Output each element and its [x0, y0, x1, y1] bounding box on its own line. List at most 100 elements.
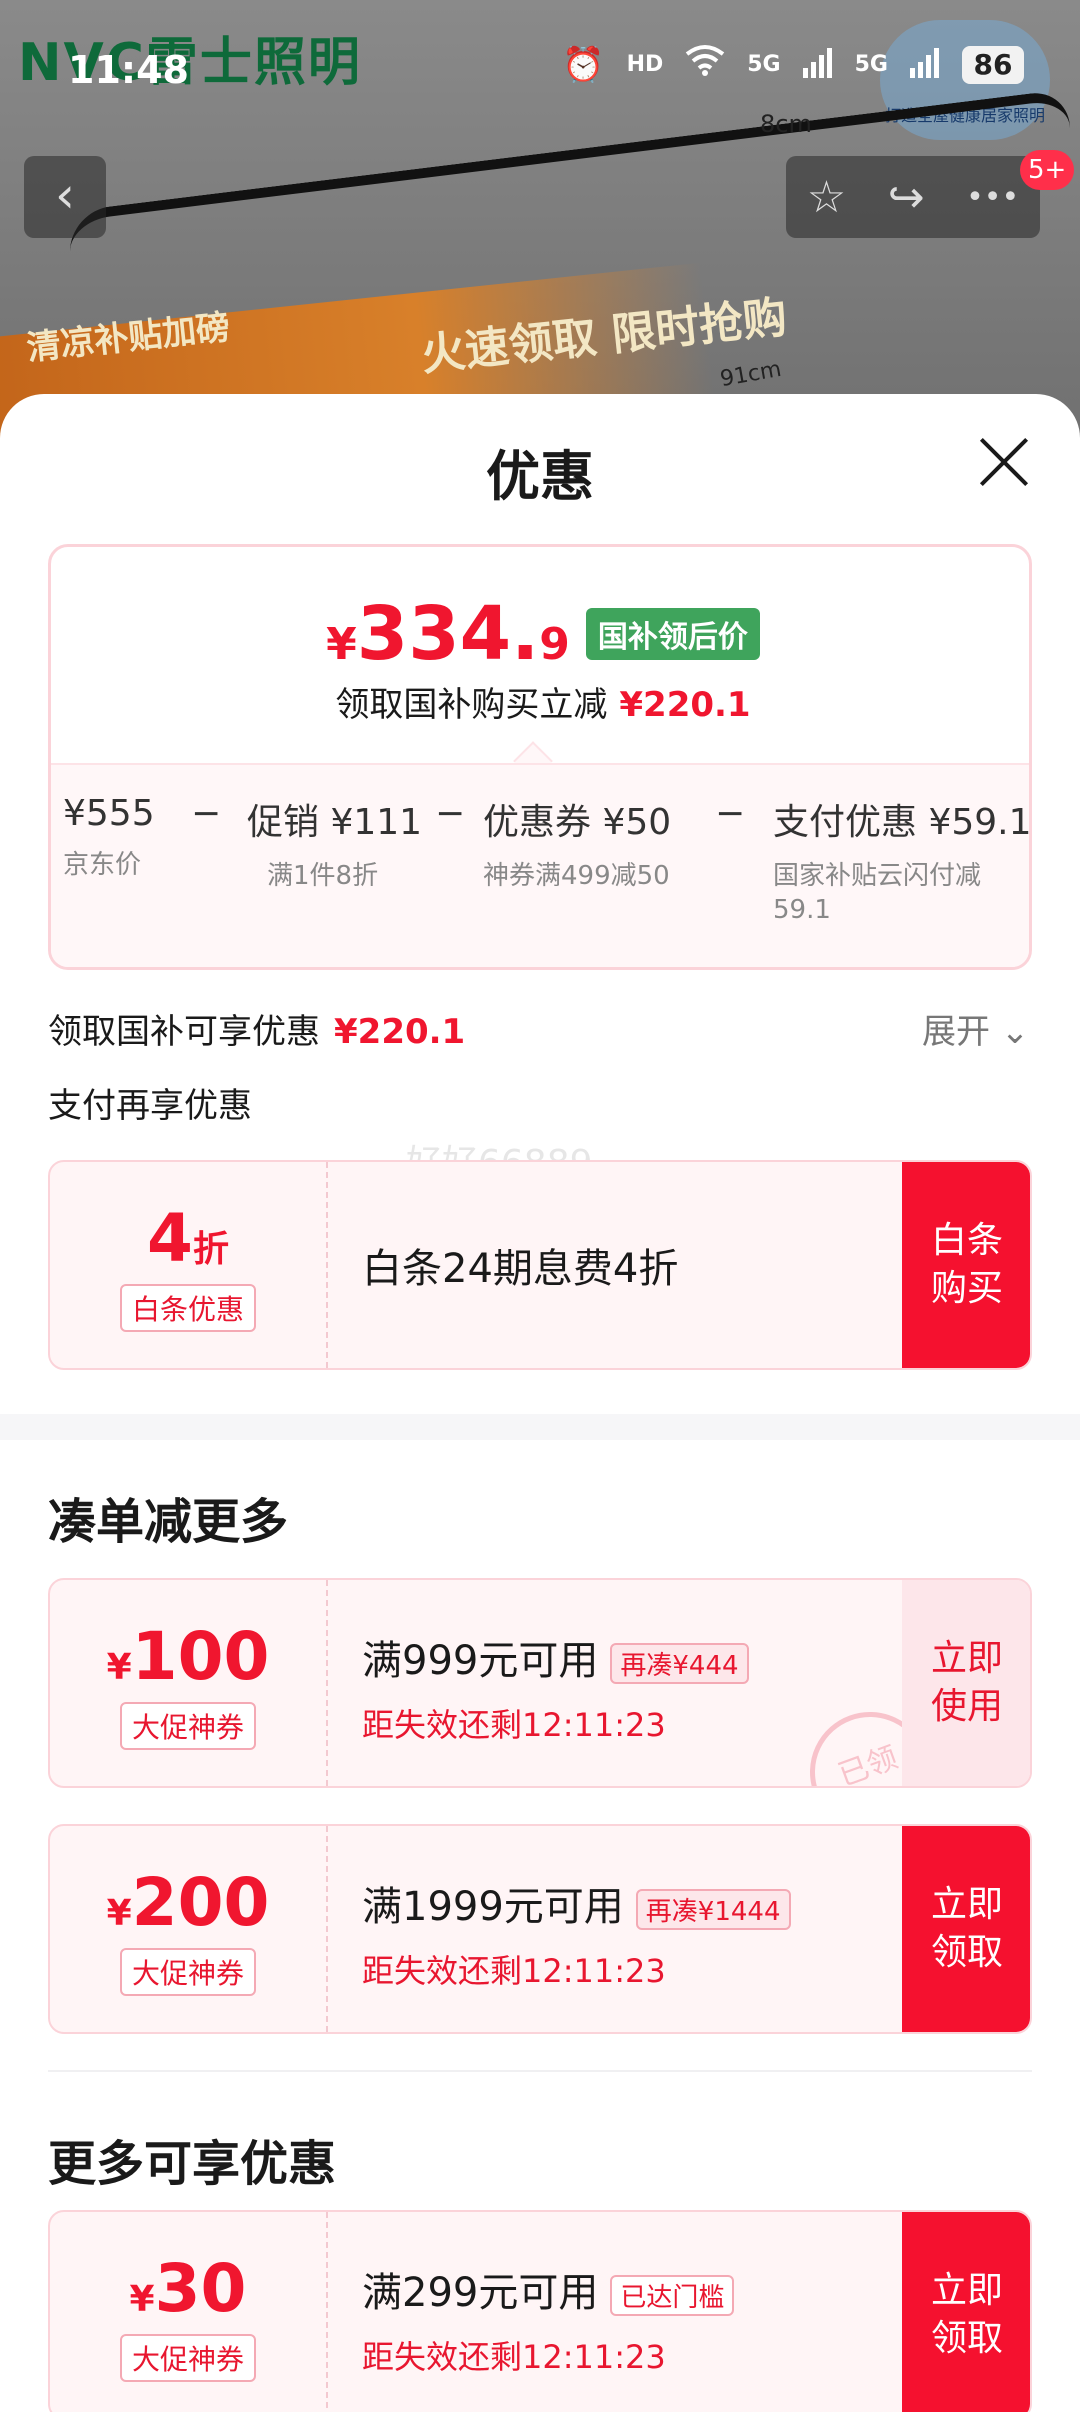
- coupon-title: 满999元可用 再凑¥444: [362, 1628, 749, 1686]
- coupon-expiry: 距失效还剩12:11:23: [362, 2338, 666, 2376]
- minus-sign: −: [435, 793, 466, 834]
- coupon-type-label: 白条优惠: [119, 1284, 256, 1332]
- section-separator: [0, 1414, 1080, 1440]
- discount-unit: 折: [192, 1229, 229, 1270]
- minus-sign: −: [715, 793, 746, 834]
- final-price: ¥ 334. 9 国补领后价: [51, 591, 1029, 677]
- coupon-body: 白条24期息费4折: [362, 1162, 678, 1368]
- price-subtitle-amount: ¥220.1: [619, 685, 751, 725]
- claim-now-button[interactable]: 立即领取: [902, 2212, 1030, 2412]
- expand-toggle[interactable]: 展开 ⌄: [922, 1004, 1029, 1053]
- sheet-title: 优惠: [486, 445, 594, 508]
- signal-icon: [802, 47, 833, 82]
- status-bar: 11:48 ⏰ HD 5G 5G 86: [0, 0, 1080, 140]
- pay-discount-heading: 支付再享优惠: [48, 1086, 252, 1126]
- subsidy-row: 领取国补可享优惠 ¥220.1: [48, 1004, 465, 1053]
- minus-sign: −: [191, 793, 222, 834]
- price-card: ¥ 334. 9 国补领后价 领取国补购买立减 ¥220.1 ¥555 京东价 −…: [48, 544, 1032, 970]
- coupon-amount: ¥100: [50, 1624, 326, 1690]
- breakdown-item: 优惠券 ¥50 神券满499减50: [483, 793, 683, 893]
- coupon-currency: ¥: [129, 2279, 155, 2320]
- close-icon[interactable]: [976, 434, 1032, 490]
- coupon-amount: ¥200: [50, 1870, 326, 1936]
- coupon-value-panel: ¥30 大促神券: [50, 2212, 326, 2412]
- price-symbol: ¥: [326, 619, 357, 670]
- coupon-divider: [326, 1162, 328, 1368]
- nav-actions: ☆ ↪ •••: [786, 156, 1040, 238]
- more-icon[interactable]: •••: [966, 180, 1019, 215]
- breakdown-value: ¥555: [63, 793, 155, 834]
- breakdown-label: 国家补贴云闪付减59.1: [773, 861, 982, 925]
- coupon-chip: 已达门槛: [610, 2274, 735, 2316]
- coupon-title: 满1999元可用 再凑¥1444: [362, 1874, 791, 1932]
- section-title-more-offers: 更多可享优惠: [48, 2136, 337, 2192]
- coupon-type-label: 大促神券: [119, 1948, 256, 1996]
- coupon-amount: 4折: [50, 1206, 326, 1272]
- breakdown-value: 优惠券 ¥50: [483, 802, 672, 843]
- coupon-body: 满999元可用 再凑¥444 距失效还剩12:11:23: [362, 1580, 749, 1786]
- coupon-threshold: 满299元可用: [362, 2270, 599, 2316]
- coupon-body: 满1999元可用 再凑¥1444 距失效还剩12:11:23: [362, 1826, 791, 2032]
- signal-icon-2: [910, 47, 940, 82]
- network-5g-label-2: 5G: [854, 52, 888, 77]
- baitiao-card: 4折 白条优惠 白条24期息费4折 白条购买: [48, 1160, 1032, 1370]
- section-title-more-discount: 凑单减更多: [48, 1494, 289, 1550]
- price-tag-badge: 国补领后价: [585, 608, 760, 660]
- price-integer: 334.: [356, 591, 540, 677]
- coupon-title: 白条24期息费4折: [362, 1246, 679, 1292]
- coupon-expiry: 距失效还剩12:11:23: [362, 1952, 666, 1990]
- coupon-value: 100: [131, 1618, 270, 1695]
- coupon-divider: [326, 1826, 328, 2032]
- breakdown-value: 促销 ¥111: [247, 802, 423, 843]
- wifi-icon: [685, 44, 725, 85]
- discount-number: 4: [147, 1200, 193, 1277]
- coupon-card: ¥200 大促神券 满1999元可用 再凑¥1444 距失效还剩12:11:23 …: [48, 1824, 1032, 2034]
- message-count-badge: 5+: [1020, 150, 1075, 190]
- divider: [48, 2070, 1032, 2072]
- share-icon[interactable]: ↪: [888, 172, 925, 223]
- coupon-currency: ¥: [106, 1647, 132, 1688]
- favorite-icon[interactable]: ☆: [807, 172, 846, 223]
- coupon-currency: ¥: [106, 1893, 132, 1934]
- alarm-icon: ⏰: [562, 44, 605, 85]
- coupon-value: 30: [154, 2250, 247, 2327]
- coupon-amount: ¥30: [50, 2256, 326, 2322]
- coupon-divider: [326, 2212, 328, 2412]
- coupon-title: 满299元可用 已达门槛: [362, 2260, 735, 2318]
- use-now-button[interactable]: 立即使用: [902, 1580, 1030, 1786]
- coupon-divider: [326, 1580, 328, 1786]
- dimension-width: 91cm: [718, 356, 784, 393]
- coupon-value: 200: [131, 1864, 270, 1941]
- price-subtitle-text: 领取国补购买立减: [335, 685, 608, 725]
- claim-now-button[interactable]: 立即领取: [902, 1826, 1030, 2032]
- coupon-type-label: 大促神券: [119, 2334, 256, 2382]
- discount-sheet: 优惠 ¥ 334. 9 国补领后价 领取国补购买立减 ¥220.1 ¥555 京东…: [0, 394, 1080, 2412]
- subsidy-row-text: 领取国补可享优惠: [48, 1012, 320, 1052]
- coupon-threshold: 满1999元可用: [362, 1884, 624, 1930]
- coupon-card: ¥30 大促神券 满299元可用 已达门槛 距失效还剩12:11:23 立即领取: [48, 2210, 1032, 2412]
- breakdown-label: 神券满499减50: [483, 861, 670, 891]
- price-decimal: 9: [539, 619, 570, 670]
- coupon-chip: 再凑¥444: [610, 1642, 749, 1684]
- breakdown-label: 满1件8折: [267, 861, 379, 891]
- price-subtitle: 领取国补购买立减 ¥220.1: [51, 677, 1029, 726]
- breakdown-item: 促销 ¥111 满1件8折: [247, 793, 427, 893]
- breakdown-label: 京东价: [63, 850, 142, 880]
- coupon-value-panel: ¥200 大促神券: [50, 1826, 326, 2032]
- coupon-body: 满299元可用 已达门槛 距失效还剩12:11:23: [362, 2212, 735, 2412]
- coupon-value-panel: 4折 白条优惠: [50, 1162, 326, 1368]
- status-time: 11:48: [68, 48, 189, 92]
- baitiao-buy-button[interactable]: 白条购买: [902, 1162, 1030, 1368]
- price-breakdown: ¥555 京东价 − 促销 ¥111 满1件8折 − 优惠券 ¥50 神券满49…: [51, 763, 1029, 967]
- breakdown-item: ¥555 京东价: [63, 793, 203, 882]
- back-button[interactable]: ‹: [24, 156, 106, 238]
- battery-icon: 86: [962, 45, 1024, 84]
- subsidy-row-amount: ¥220.1: [334, 1012, 466, 1052]
- network-5g-label: 5G: [747, 52, 781, 77]
- coupon-expiry: 距失效还剩12:11:23: [362, 1706, 666, 1744]
- coupon-threshold: 满999元可用: [362, 1638, 599, 1684]
- breakdown-item: 支付优惠 ¥59.1 国家补贴云闪付减59.1: [773, 793, 1029, 927]
- coupon-chip: 再凑¥1444: [635, 1888, 791, 1930]
- coupon-value-panel: ¥100 大促神券: [50, 1580, 326, 1786]
- status-icons: ⏰ HD 5G 5G 86: [562, 44, 1024, 85]
